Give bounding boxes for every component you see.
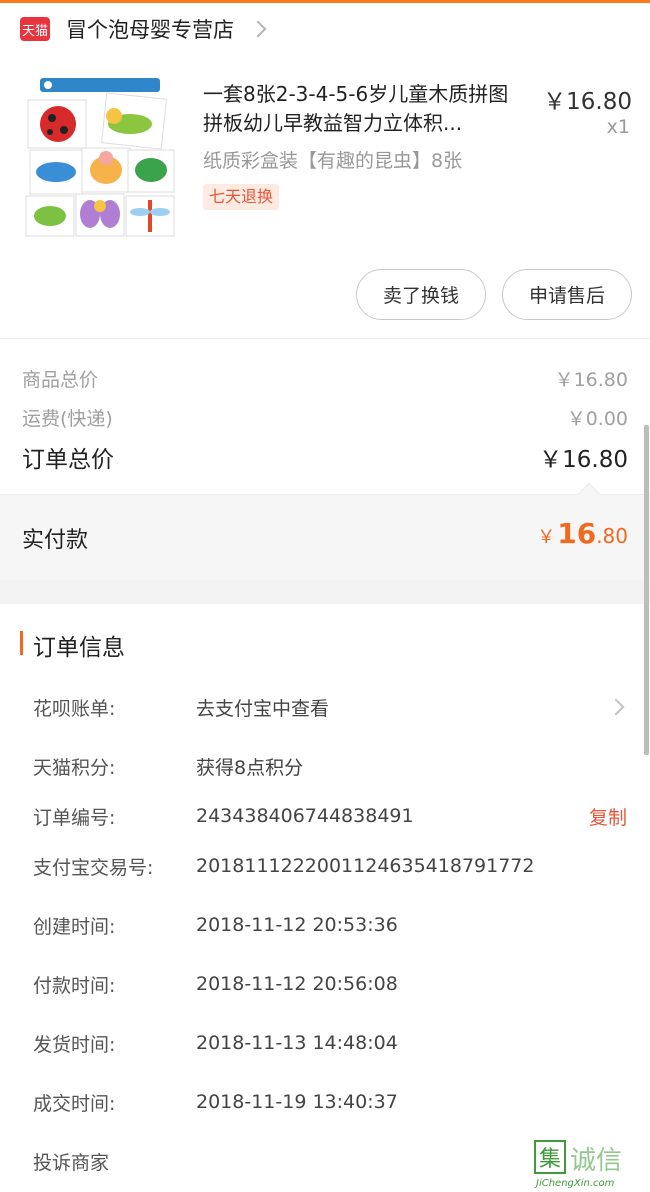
paid-time-row: 付款时间: 2018-11-12 20:56:08 [0, 964, 650, 1004]
actual-payment-label: 实付款 [22, 528, 89, 553]
shipping-label: 运费(快递) [22, 408, 113, 430]
tmall-logo: 天猫 [20, 17, 50, 41]
order-info-header: 订单信息 [0, 604, 650, 684]
created-time-label: 创建时间: [33, 915, 116, 938]
return-policy-badge: 七天退换 [203, 184, 280, 210]
section-accent-bar [20, 631, 23, 655]
deal-time-label: 成交时间: [33, 1092, 116, 1115]
shipping-row: 运费(快递) ￥0.00 [22, 404, 628, 431]
goods-total-row: 商品总价 ￥16.80 [22, 365, 628, 392]
actual-payment-value: ￥ 16 .80 [537, 517, 628, 550]
payment-integer: 16 [557, 517, 597, 550]
order-total-row: 订单总价 ￥16.80 [22, 440, 628, 474]
alipay-trade-label: 支付宝交易号: [33, 856, 154, 879]
payment-decimal: .80 [596, 524, 628, 548]
product-thumbnail[interactable] [20, 72, 180, 240]
product-card[interactable]: 一套8张2-3-4-5-6岁儿童木质拼图拼板幼儿早教益智力立体积... ￥16.… [0, 72, 650, 252]
order-total-label: 订单总价 [22, 447, 114, 473]
order-total-value: ￥16.80 [539, 447, 628, 473]
order-number-label: 订单编号: [33, 806, 116, 829]
deal-time-row: 成交时间: 2018-11-19 13:40:37 [0, 1082, 650, 1122]
chevron-right-icon[interactable] [249, 20, 267, 38]
shipped-time-value: 2018-11-13 14:48:04 [196, 1032, 398, 1054]
watermark-word: 诚信 [570, 1146, 623, 1176]
paid-time-label: 付款时间: [33, 974, 116, 997]
tmall-points-value: 获得8点积分 [196, 756, 304, 779]
order-number-value: 243438406744838491 [196, 805, 414, 827]
currency-symbol: ￥ [537, 527, 556, 548]
huabei-bill-row[interactable]: 花呗账单: 去支付宝中查看 [0, 687, 650, 727]
store-name[interactable]: 冒个泡母婴专营店 [66, 14, 234, 44]
huabei-bill-label: 花呗账单: [33, 697, 116, 720]
paid-time-value: 2018-11-12 20:56:08 [196, 973, 398, 995]
order-number-row: 订单编号: 243438406744838491 复制 [0, 796, 650, 836]
divider [0, 338, 650, 339]
product-quantity: x1 [606, 116, 630, 138]
complain-merchant-link[interactable]: 投诉商家 [33, 1148, 109, 1175]
shipping-value: ￥0.00 [566, 408, 628, 430]
huabei-bill-value[interactable]: 去支付宝中查看 [196, 694, 329, 721]
actual-payment-box: 实付款 ￥ 16 .80 [0, 494, 650, 580]
deal-time-value: 2018-11-19 13:40:37 [196, 1091, 398, 1113]
watermark-url: JiChengXin.com [536, 1178, 615, 1189]
order-info-title: 订单信息 [33, 635, 125, 661]
scrollbar[interactable] [644, 425, 649, 755]
shipped-time-label: 发货时间: [33, 1033, 116, 1056]
copy-button[interactable]: 复制 [589, 803, 627, 830]
created-time-row: 创建时间: 2018-11-12 20:53:36 [0, 905, 650, 945]
section-gap [0, 580, 650, 604]
shipped-time-row: 发货时间: 2018-11-13 14:48:04 [0, 1023, 650, 1063]
alipay-trade-value: 2018111222001124635418791772 [196, 855, 535, 877]
goods-total-value: ￥16.80 [554, 369, 628, 391]
product-price: ￥16.80 [543, 89, 632, 115]
goods-total-label: 商品总价 [22, 369, 99, 391]
watermark-logo: 集 [534, 1140, 566, 1174]
chevron-right-icon[interactable] [607, 698, 625, 716]
sell-for-cash-button[interactable]: 卖了换钱 [356, 269, 486, 320]
apply-after-sale-button[interactable]: 申请售后 [502, 269, 632, 320]
watermark: 集 诚信 JiChengXin.com [534, 1140, 650, 1192]
tmall-points-row: 天猫积分: 获得8点积分 [0, 746, 650, 786]
store-header[interactable]: 天猫 冒个泡母婴专营店 [0, 3, 650, 55]
product-sku: 纸质彩盒装【有趣的昆虫】8张 [203, 150, 463, 172]
tmall-points-label: 天猫积分: [33, 756, 116, 779]
alipay-trade-row: 支付宝交易号: 2018111222001124635418791772 [0, 846, 650, 886]
created-time-value: 2018-11-12 20:53:36 [196, 914, 398, 936]
product-title[interactable]: 一套8张2-3-4-5-6岁儿童木质拼图拼板幼儿早教益智力立体积... [203, 80, 528, 138]
